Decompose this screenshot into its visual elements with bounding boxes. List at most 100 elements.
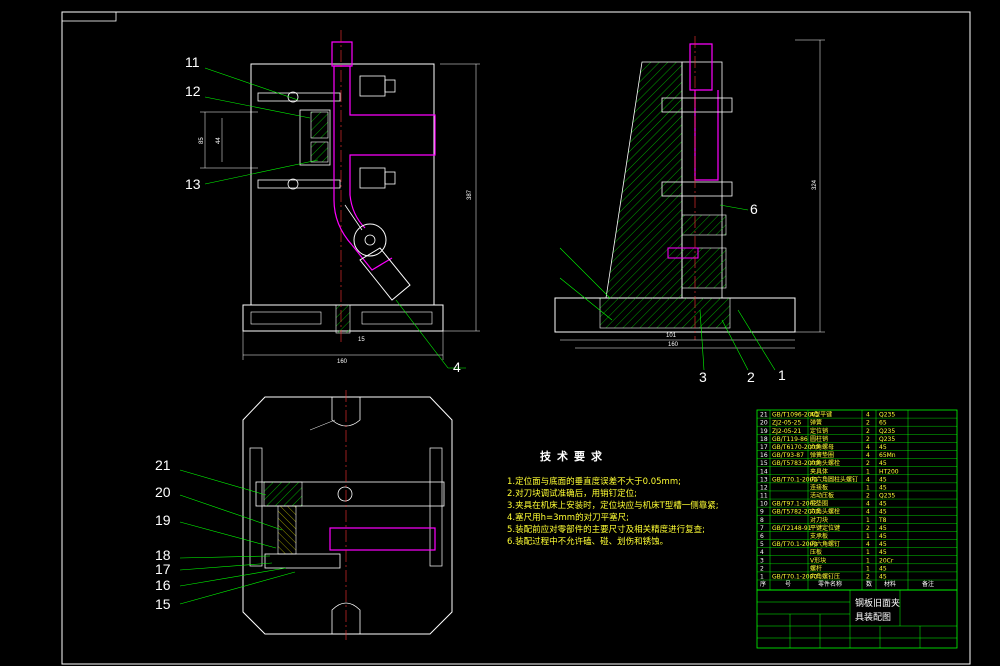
- front-view: 160 15 387 85 44 11 12 13 4: [185, 30, 480, 375]
- bom-cell-no: 8: [760, 517, 764, 524]
- bom-cell-qty: 1: [866, 517, 870, 524]
- bom-cell-name: 压板: [810, 548, 822, 556]
- bom-cell-name: A型平键: [810, 411, 832, 419]
- bom-cell-mat: 45: [879, 476, 887, 483]
- bom-cell-no: 21: [760, 412, 768, 419]
- bom-cell-no: 4: [760, 549, 764, 556]
- callout-17: 17: [155, 561, 171, 577]
- bom-cell-no: 20: [760, 420, 768, 427]
- drawing-title-line1: 钢板旧面夹: [855, 597, 900, 609]
- callout-16: 16: [155, 577, 171, 593]
- bom-cell-name: 活动压板: [810, 492, 834, 500]
- bom-cell-no: 3: [760, 557, 764, 564]
- bom-cell-qty: 4: [866, 452, 870, 459]
- bom-cell-code: GB/T2148-91: [772, 525, 812, 532]
- bom-cell-mat: 45: [879, 565, 887, 572]
- bom-cell-mat: 45: [879, 509, 887, 516]
- bom-cell-no: 6: [760, 533, 764, 540]
- bom-header-name: 零件名称: [818, 580, 842, 588]
- bom-cell-mat: Q235: [879, 436, 895, 443]
- requirement-2: 2.对刀块调试准确后，用销钉定位;: [507, 488, 637, 499]
- bom-cell-mat: 45: [879, 444, 887, 451]
- callout-4: 4: [453, 359, 461, 375]
- bom-cell-no: 12: [760, 484, 768, 491]
- assembly-drawing: 160 15 387 85 44 11 12 13 4 101 160 324 …: [61, 11, 971, 665]
- title-tag-box: [61, 11, 117, 22]
- bom-cell-code: ZJ2-05-25: [772, 420, 801, 427]
- dim-height-324: 324: [812, 179, 818, 190]
- bom-cell-name: 对刀块: [810, 516, 828, 524]
- bom-cell-mat: HT200: [879, 468, 899, 475]
- bom-cell-no: 14: [760, 468, 768, 475]
- callout-20: 20: [155, 484, 171, 500]
- bom-cell-mat: 20Cr: [879, 557, 894, 564]
- bom-cell-mat: 45: [879, 525, 887, 532]
- dim-side-160: 160: [668, 342, 679, 348]
- bom-header-note: 备注: [922, 580, 934, 588]
- callout-12: 12: [185, 83, 201, 99]
- bom-cell-mat: Q235: [879, 493, 895, 500]
- dim-pitch-85: 85: [199, 137, 205, 144]
- side-body-hatched: [605, 61, 683, 299]
- bom-cell-qty: 4: [866, 541, 870, 548]
- bom-cell-mat: 65Mn: [879, 452, 896, 459]
- bom-cell-name: 内六角圆柱头螺钉: [810, 475, 858, 483]
- bom-cell-name: 六角螺钉压: [810, 573, 840, 581]
- bom-cell-qty: 1: [866, 533, 870, 540]
- drawing-frame: [61, 11, 971, 665]
- bom-cell-qty: 4: [866, 476, 870, 483]
- bom-cell-mat: 45: [879, 484, 887, 491]
- requirement-1: 1.定位面与底面的垂直度误差不大于0.05mm;: [507, 476, 681, 487]
- bom-cell-qty: 1: [866, 557, 870, 564]
- bom-cell-qty: 2: [866, 428, 870, 435]
- requirement-4: 4.塞尺用h=3mm的对刀平塞尺;: [507, 512, 629, 523]
- bom-header-no: 序: [760, 580, 766, 588]
- bom-cell-no: 5: [760, 541, 764, 548]
- requirements-title: 技术要求: [540, 449, 608, 463]
- bom-table: 21 GB/T1096-2003A型平键 4 Q23520 ZJ2-05-25 弹簧 2 65…: [756, 409, 958, 591]
- bom-cell-qty: 2: [866, 420, 870, 427]
- bom-cell-name: 内六角螺钉: [810, 540, 840, 548]
- bom-cell-no: 17: [760, 444, 768, 451]
- dim-side-101: 101: [666, 333, 677, 339]
- bom-cell-no: 18: [760, 436, 768, 443]
- bom-cell-qty: 2: [866, 574, 870, 581]
- bom-cell-no: 1: [760, 574, 764, 581]
- callout-3: 3: [699, 369, 707, 385]
- callout-6: 6: [750, 201, 758, 217]
- dim-base-15: 15: [358, 337, 365, 343]
- title-block: 钢板旧面夹 具装配图: [756, 589, 958, 649]
- bom-cell-mat: 45: [879, 533, 887, 540]
- bom-cell-name: 六角螺母: [810, 443, 834, 451]
- bom-cell-qty: 4: [866, 509, 870, 516]
- callout-11: 11: [185, 54, 200, 70]
- callout-1: 1: [778, 367, 786, 383]
- bom-cell-qty: 2: [866, 525, 870, 532]
- technical-requirements: 技术要求 1.定位面与底面的垂直度误差不大于0.05mm; 2.对刀块调试准确后…: [507, 449, 719, 547]
- bom-cell-qty: 4: [866, 444, 870, 451]
- front-body: [250, 63, 435, 306]
- bom-cell-qty: 2: [866, 436, 870, 443]
- bom-cell-no: 11: [760, 493, 768, 500]
- bom-cell-name: 平键定位键: [810, 524, 840, 532]
- bom-cell-mat: Q235: [879, 428, 895, 435]
- bom-cell-mat: 65: [879, 420, 887, 427]
- bom-cell-qty: 2: [866, 460, 870, 467]
- bom-cell-qty: 2: [866, 493, 870, 500]
- bom-cell-mat: 45: [879, 501, 887, 508]
- bom-cell-no: 2: [760, 565, 764, 572]
- bom-cell-name: 螺杆: [810, 564, 822, 572]
- dim-pitch-44: 44: [216, 137, 222, 144]
- bom-cell-qty: 4: [866, 412, 870, 419]
- callout-15: 15: [155, 596, 171, 612]
- bom-cell-name: 定位销: [810, 427, 828, 435]
- bom-cell-name: 支承板: [810, 532, 828, 540]
- top-view: 21 20 19 18 17 16 15: [155, 390, 453, 640]
- bom-cell-code: GB/T119-86: [772, 436, 808, 443]
- bom-cell-name: 六角头螺栓: [810, 508, 840, 516]
- dim-width-160: 160: [337, 359, 348, 365]
- bom-cell-mat: Q235: [879, 412, 895, 419]
- bom-cell-qty: 4: [866, 501, 870, 508]
- bom-cell-name: 连接板: [810, 483, 828, 491]
- callout-19: 19: [155, 512, 171, 528]
